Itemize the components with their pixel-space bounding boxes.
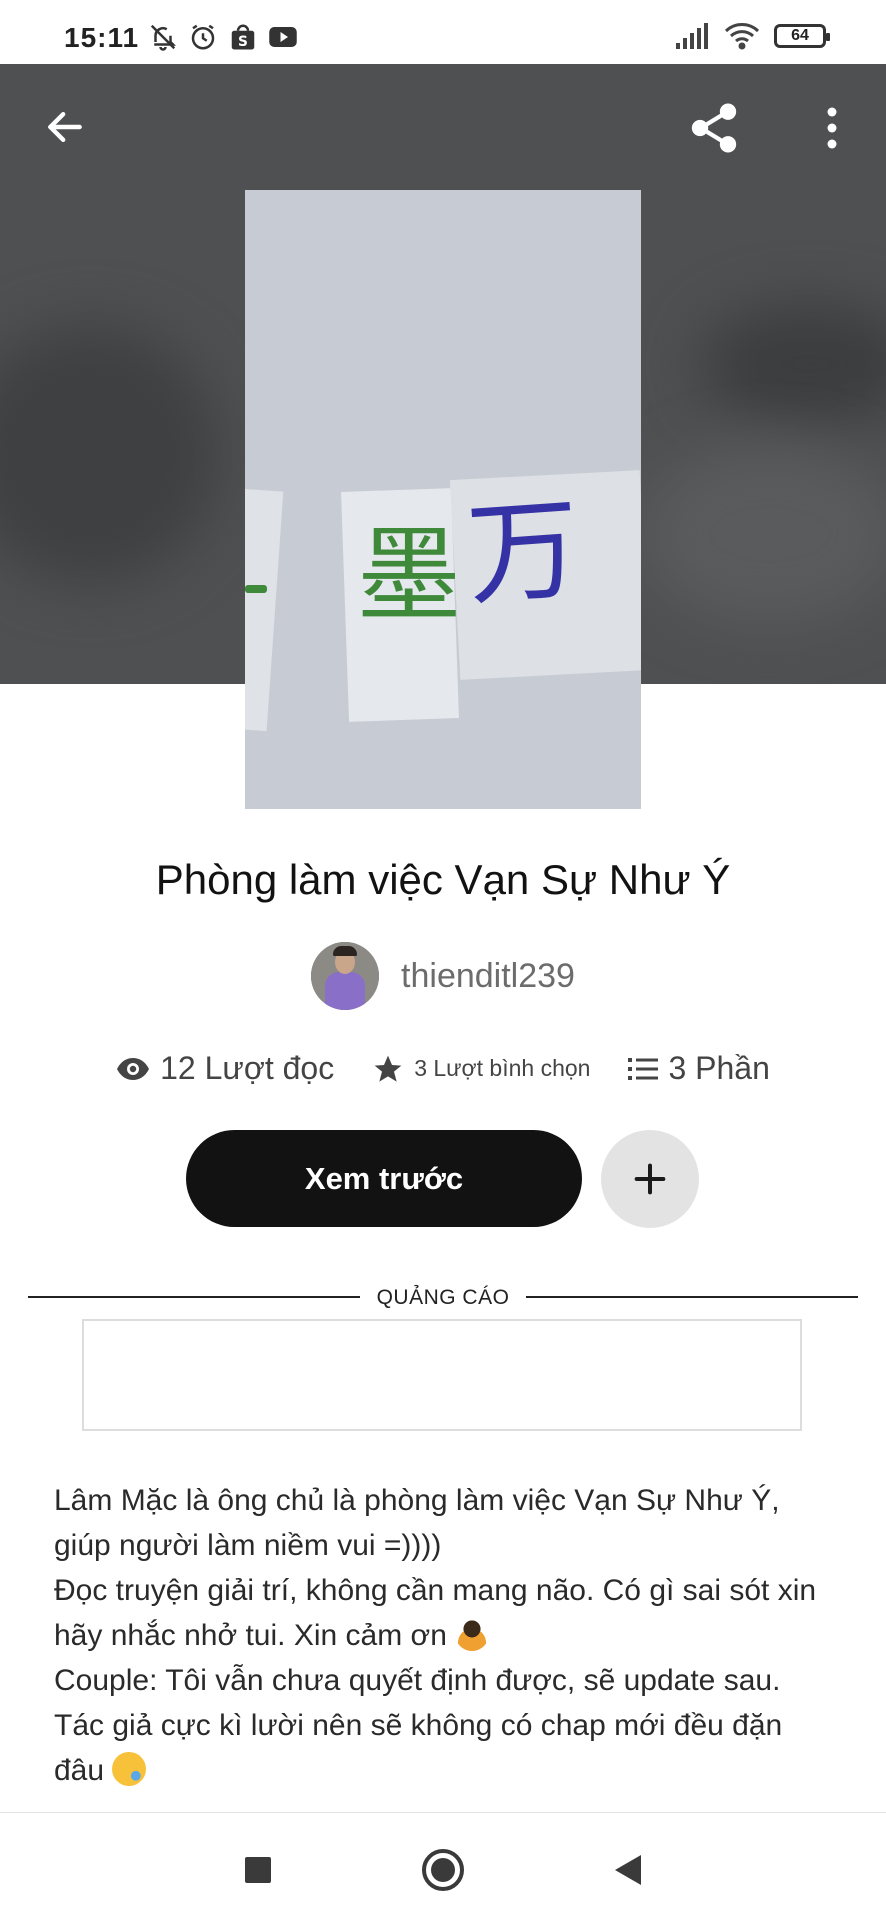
preview-button[interactable]: Xem trước	[186, 1130, 582, 1227]
more-vertical-icon	[827, 107, 837, 149]
status-left-icons: S	[148, 22, 298, 52]
parts-count: 3 Phần	[668, 1050, 770, 1086]
status-right-icons: 64	[676, 22, 830, 50]
square-icon	[245, 1857, 271, 1883]
author-avatar	[311, 942, 380, 1010]
plus-icon	[634, 1163, 666, 1195]
cover-green-mark	[245, 585, 267, 593]
story-title: Phòng làm việc Vạn Sự Như Ý	[155, 856, 731, 903]
recents-button[interactable]	[228, 1840, 288, 1900]
battery-level: 64	[791, 27, 809, 44]
description-line: Couple: Tôi vẫn chưa quyết định được, sẽ…	[54, 1664, 781, 1697]
alarm-icon	[191, 24, 215, 50]
youtube-icon	[269, 27, 297, 47]
triangle-back-icon	[615, 1855, 641, 1885]
story-stats: 12 Lượt đọc 3 Lượt bình chọn 3 Phần	[0, 1050, 886, 1087]
votes-count: 3 Lượt bình chọn	[414, 1055, 591, 1081]
status-time: 15:11	[64, 22, 140, 53]
cover-character-1: 墨	[357, 514, 462, 636]
add-to-library-button[interactable]	[601, 1130, 699, 1228]
arrow-left-icon	[48, 111, 82, 143]
ad-label: QUẢNG CÁO	[376, 1286, 510, 1309]
cover-character-2: 万	[463, 484, 585, 622]
more-options-button[interactable]	[810, 98, 854, 158]
description-text: Tác giả cực kì lười nên sẽ không có chap…	[54, 1709, 783, 1787]
home-button[interactable]	[413, 1840, 473, 1900]
svg-text:S: S	[238, 34, 248, 50]
eye-icon	[117, 1057, 150, 1080]
signal-icon	[676, 23, 708, 49]
shopping-bag-icon: S	[231, 24, 255, 50]
back-button[interactable]	[38, 100, 92, 154]
crying-face-emoji-icon	[112, 1752, 147, 1786]
story-description: Lâm Mặc là ông chủ là phòng làm việc Vạn…	[54, 1478, 834, 1793]
share-button[interactable]	[684, 98, 744, 158]
back-nav-button[interactable]	[598, 1840, 658, 1900]
ad-container[interactable]	[82, 1319, 802, 1431]
circle-icon	[422, 1849, 464, 1891]
description-text: Đọc truyện giải trí, không cần mang não.…	[54, 1574, 817, 1652]
ad-divider-right	[526, 1296, 858, 1298]
star-icon	[374, 1055, 402, 1082]
description-line-with-emoji: Đọc truyện giải trí, không cần mang não.…	[54, 1568, 834, 1658]
reads-stat: 12 Lượt đọc	[116, 1050, 334, 1087]
author-link[interactable]: thienditl239	[0, 942, 886, 1010]
status-bar: 15:11 S 64	[0, 0, 886, 64]
parts-stat: 3 Phần	[628, 1050, 770, 1087]
author-name: thienditl239	[401, 956, 575, 995]
story-cover-image[interactable]: 墨 万	[245, 190, 641, 809]
description-line: Lâm Mặc là ông chủ là phòng làm việc Vạn…	[54, 1484, 780, 1562]
cover-paper-left	[245, 488, 284, 732]
bell-off-icon	[150, 24, 177, 51]
votes-stat: 3 Lượt bình chọn	[372, 1053, 590, 1085]
ad-divider-left	[28, 1296, 360, 1298]
share-icon	[691, 103, 737, 153]
reads-count: 12 Lượt đọc	[160, 1050, 335, 1086]
description-line-with-emoji: Tác giả cực kì lười nên sẽ không có chap…	[54, 1703, 834, 1793]
battery-icon: 64	[774, 24, 830, 48]
bowing-person-emoji-icon	[455, 1617, 490, 1651]
wifi-icon	[724, 23, 760, 50]
list-icon	[628, 1057, 659, 1080]
